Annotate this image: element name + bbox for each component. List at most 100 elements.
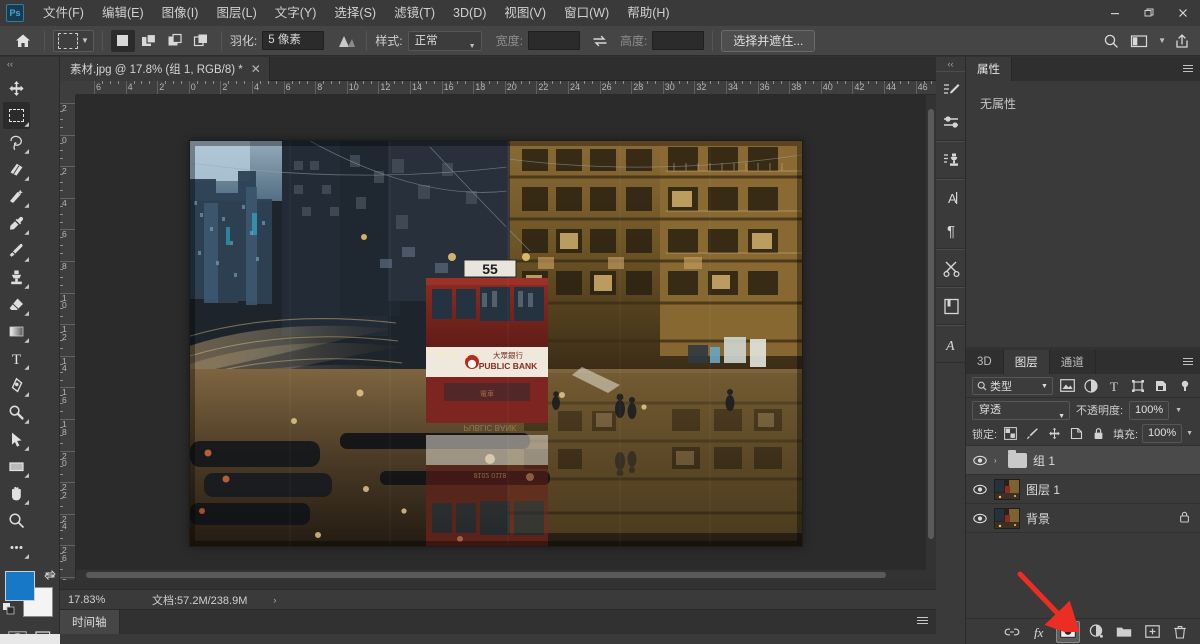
chevron-right-icon[interactable]: ›: [994, 456, 1002, 465]
anti-alias-icon[interactable]: [334, 30, 358, 52]
filter-toggle-icon[interactable]: [1176, 376, 1195, 396]
zoom-tool[interactable]: [3, 507, 30, 534]
libraries-icon[interactable]: [936, 290, 966, 322]
menu-file[interactable]: 文件(F): [34, 0, 93, 26]
lock-position-icon[interactable]: [1045, 425, 1063, 443]
menu-filter[interactable]: 滤镜(T): [385, 0, 444, 26]
swap-width-height-icon[interactable]: [588, 30, 612, 52]
tab-3d[interactable]: 3D: [966, 350, 1004, 374]
delete-layer-button[interactable]: [1168, 621, 1192, 643]
swap-colors-icon[interactable]: [43, 569, 56, 584]
lock-transparent-pixels-icon[interactable]: [1001, 425, 1019, 443]
blend-mode-select[interactable]: 穿透 ▼: [972, 400, 1070, 420]
lasso-tool[interactable]: ◢: [3, 129, 30, 156]
lock-all-icon[interactable]: [1089, 425, 1107, 443]
scrollbar-thumb[interactable]: [86, 572, 886, 578]
tool-preset-picker[interactable]: ▼: [53, 29, 94, 52]
share-icon[interactable]: [1170, 30, 1194, 52]
minimize-button[interactable]: [1098, 0, 1132, 26]
layer-lock-icon[interactable]: [1179, 511, 1190, 526]
close-icon[interactable]: ✕: [251, 62, 261, 76]
menu-edit[interactable]: 编辑(E): [93, 0, 153, 26]
type-tool[interactable]: T ◢: [3, 345, 30, 372]
home-icon[interactable]: [10, 30, 36, 52]
style-select[interactable]: 正常 ▼: [407, 30, 482, 51]
panel-menu-icon[interactable]: [917, 617, 928, 626]
move-tool[interactable]: [3, 75, 30, 102]
table-row[interactable]: 背景: [966, 504, 1200, 533]
table-row[interactable]: 图层 1: [966, 475, 1200, 504]
vertical-ruler[interactable]: 20246810121416182022242628: [60, 95, 76, 580]
menu-window[interactable]: 窗口(W): [555, 0, 618, 26]
fill-value[interactable]: 100%: [1142, 424, 1183, 443]
artboard[interactable]: 55 ⬤ 大眾銀行 PUBLIC BANK PUBLIC BANK 8102 0…: [190, 141, 802, 546]
layer-visibility-toggle[interactable]: [972, 513, 988, 524]
clone-stamp-tool[interactable]: ◢: [3, 264, 30, 291]
glyphs-icon[interactable]: A: [936, 328, 966, 360]
menu-image[interactable]: 图像(I): [153, 0, 208, 26]
table-row[interactable]: › 组 1: [966, 446, 1200, 475]
menu-type[interactable]: 文字(Y): [266, 0, 326, 26]
layer-visibility-toggle[interactable]: [972, 484, 988, 495]
canvas-area[interactable]: 55 ⬤ 大眾銀行 PUBLIC BANK PUBLIC BANK 8102 0…: [76, 95, 936, 580]
collapse-tools-button[interactable]: ‹‹: [0, 57, 59, 71]
height-input[interactable]: [652, 31, 705, 50]
brush-tool[interactable]: ◢: [3, 237, 30, 264]
layer-style-button[interactable]: fx: [1028, 621, 1052, 643]
edit-toolbar-tool[interactable]: ◢: [3, 534, 30, 561]
tab-layers[interactable]: 图层: [1003, 350, 1050, 374]
subtract-from-selection-button[interactable]: [163, 30, 187, 52]
dodge-tool[interactable]: ◢: [3, 399, 30, 426]
eyedropper-tool[interactable]: ◢: [3, 210, 30, 237]
new-group-button[interactable]: [1112, 621, 1136, 643]
paragraph-panel-icon[interactable]: ¶: [936, 214, 966, 246]
scrollbar-thumb[interactable]: [928, 109, 934, 539]
fill-stepper[interactable]: ▼: [1186, 430, 1193, 437]
menu-layer[interactable]: 图层(L): [207, 0, 265, 26]
canvas-horizontal-scrollbar[interactable]: [76, 570, 926, 580]
filter-type-icon[interactable]: T: [1105, 376, 1124, 396]
default-colors-icon[interactable]: [2, 603, 16, 619]
pen-tool[interactable]: ◢: [3, 372, 30, 399]
menu-3d[interactable]: 3D(D): [444, 0, 495, 26]
layer-thumbnail[interactable]: [994, 478, 1020, 500]
tab-timeline[interactable]: 时间轴: [60, 610, 120, 634]
menu-view[interactable]: 视图(V): [495, 0, 555, 26]
zoom-level[interactable]: 17.83%: [60, 594, 130, 606]
path-selection-tool[interactable]: ◢: [3, 426, 30, 453]
new-selection-button[interactable]: [110, 29, 135, 52]
add-to-selection-button[interactable]: [137, 30, 161, 52]
hand-tool[interactable]: ◢: [3, 480, 30, 507]
layer-filter-type-select[interactable]: 类型 ▼: [972, 376, 1053, 395]
chevron-down-icon[interactable]: ▼: [1158, 36, 1166, 45]
horizontal-ruler[interactable]: 6 4 2 0 2 4 6 8 10 12 14 16 18 20 22 24 26 28 30 32 34 36 38 40…: [76, 81, 936, 95]
brush-settings-icon[interactable]: [936, 74, 966, 106]
tab-properties[interactable]: 属性: [966, 57, 1012, 81]
width-input[interactable]: [527, 31, 580, 50]
scissors-icon[interactable]: [936, 252, 966, 284]
clone-source-icon[interactable]: [936, 144, 966, 176]
search-icon[interactable]: [1099, 30, 1123, 52]
rectangular-marquee-tool[interactable]: ◢: [3, 102, 30, 129]
status-menu-arrow-icon[interactable]: ›: [273, 595, 276, 605]
eraser-tool[interactable]: ◢: [3, 291, 30, 318]
maximize-button[interactable]: [1132, 0, 1166, 26]
panel-menu-icon[interactable]: [1183, 358, 1193, 367]
gradient-tool[interactable]: ◢: [3, 318, 30, 345]
opacity-value[interactable]: 100%: [1129, 400, 1170, 420]
opacity-stepper[interactable]: ▼: [1175, 407, 1182, 414]
collapse-panels-button[interactable]: ‹‹: [936, 57, 965, 71]
tab-channels[interactable]: 通道: [1050, 350, 1096, 374]
shape-tool[interactable]: ◢: [3, 453, 30, 480]
lock-image-pixels-icon[interactable]: [1023, 425, 1041, 443]
layer-visibility-toggle[interactable]: [972, 455, 988, 466]
foreground-color-swatch[interactable]: [4, 571, 35, 601]
filter-pixel-icon[interactable]: [1058, 376, 1077, 396]
close-button[interactable]: [1166, 0, 1200, 26]
link-layers-button[interactable]: [1000, 621, 1024, 643]
intersect-selection-button[interactable]: [189, 30, 213, 52]
new-adjustment-layer-button[interactable]: [1084, 621, 1108, 643]
quick-selection-tool[interactable]: ◢: [3, 183, 30, 210]
filter-adjustment-icon[interactable]: [1081, 376, 1100, 396]
menu-select[interactable]: 选择(S): [325, 0, 385, 26]
